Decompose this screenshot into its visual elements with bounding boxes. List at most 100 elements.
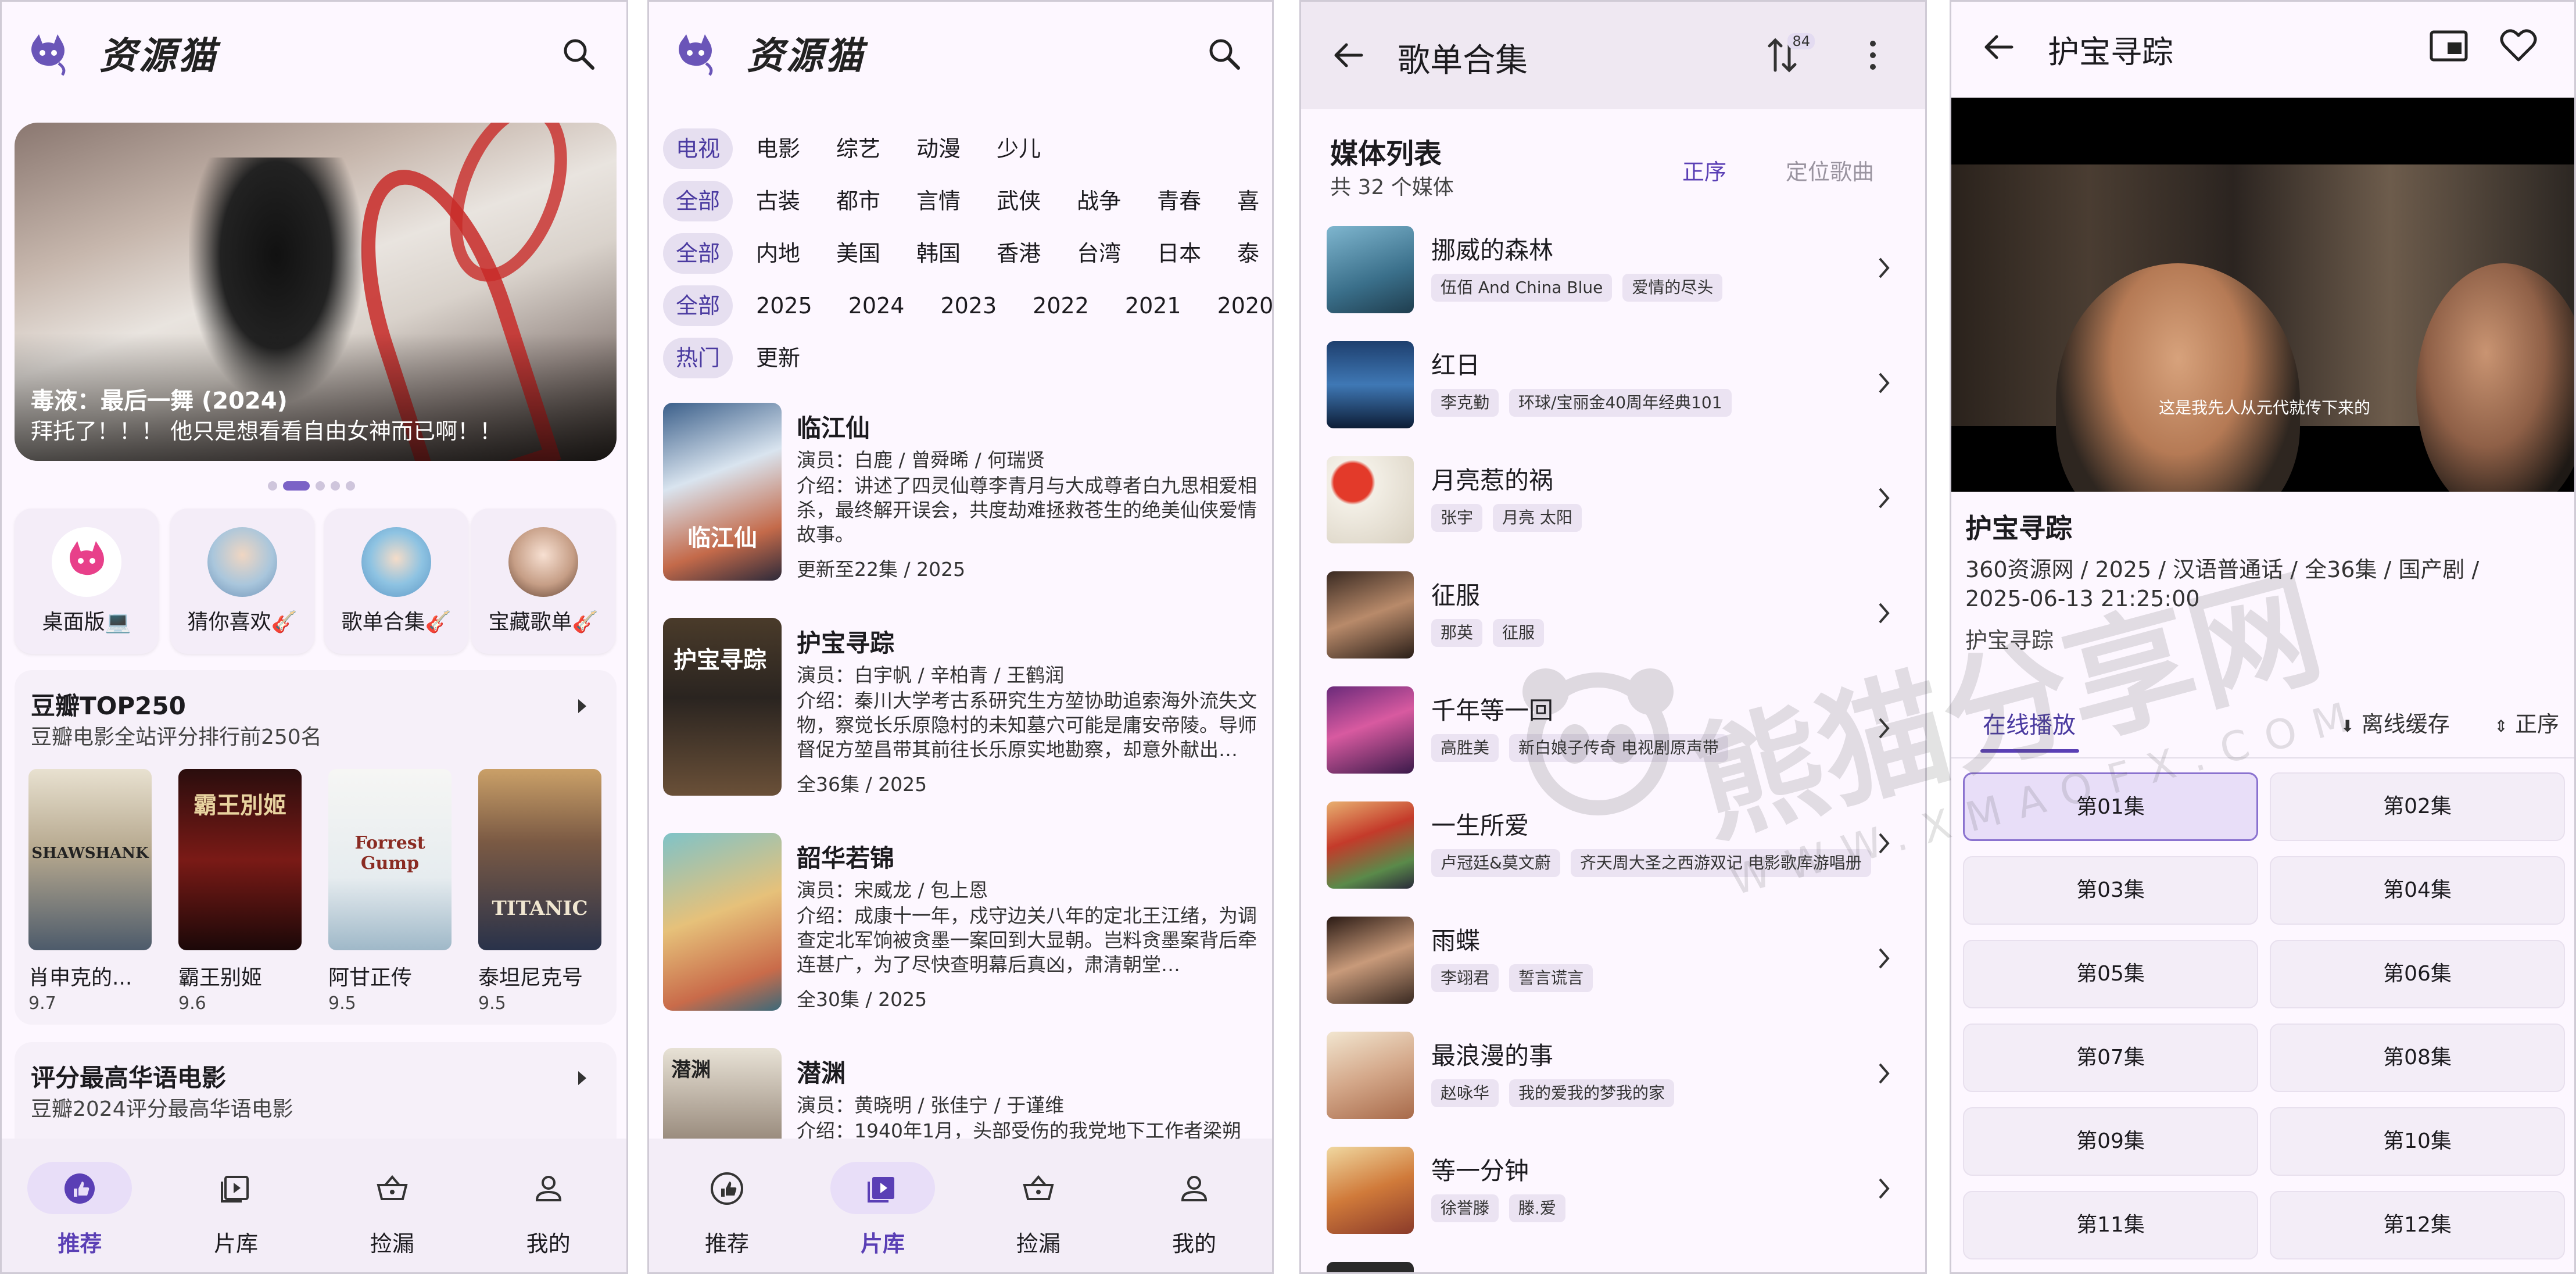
offline-cache-button[interactable]: ⬇ 离线缓存: [2341, 706, 2450, 738]
episode-button[interactable]: 第09集: [1963, 1107, 2258, 1176]
chevron-right-icon[interactable]: [1878, 602, 1890, 625]
chevron-right-icon[interactable]: [1878, 256, 1890, 280]
album-tag[interactable]: 我的爱我的梦我的家: [1509, 1079, 1675, 1107]
quick-entry-treasure[interactable]: 宝藏歌单🎸: [471, 509, 615, 654]
episode-button[interactable]: 第12集: [2270, 1191, 2565, 1259]
video-player[interactable]: 这是我先人从元代就传下来的: [1951, 98, 2574, 492]
artist-tag[interactable]: 赵咏华: [1431, 1079, 1499, 1107]
more-vert-icon[interactable]: [1861, 37, 1884, 74]
artist-tag[interactable]: 伍佰 And China Blue: [1431, 274, 1613, 302]
carousel-dot[interactable]: [331, 481, 340, 491]
list-item[interactable]: 韶华若锦 演员：宋威龙 / 包上恩 介绍：成康十一年，戍守边关八年的定北王江绪，…: [663, 833, 1267, 1013]
chevron-right-icon[interactable]: [1878, 1177, 1890, 1200]
quick-entry-desktop[interactable]: 桌面版💻: [15, 509, 159, 654]
list-item[interactable]: 千年等一回 高胜美 新白娘子传奇 电视剧原声带: [1327, 683, 1908, 776]
episode-button[interactable]: 第04集: [2270, 856, 2565, 925]
order-toggle[interactable]: ⇕ 正序: [2494, 706, 2559, 738]
filter-chip[interactable]: 2022: [1020, 285, 1102, 326]
episode-button[interactable]: 第01集: [1963, 772, 2258, 841]
filter-chip[interactable]: 喜: [1224, 181, 1272, 221]
album-tag[interactable]: 环球/宝丽金40周年经典101: [1509, 389, 1732, 417]
artist-tag[interactable]: 张宇: [1431, 504, 1483, 532]
nav-tab-library[interactable]: 片库: [805, 1139, 961, 1272]
list-item[interactable]: 雨蝶 李翊君 誓言谎言: [1327, 913, 1908, 1006]
nav-tab-library[interactable]: 片库: [158, 1139, 314, 1272]
filter-chip[interactable]: 武侠: [984, 181, 1054, 221]
locate-song-button[interactable]: 定位歌曲: [1786, 154, 1874, 186]
filter-chip[interactable]: 2023: [927, 285, 1009, 326]
filter-chip[interactable]: 更新: [743, 338, 813, 378]
filter-chip[interactable]: 韩国: [904, 233, 973, 274]
artist-tag[interactable]: 李翊君: [1431, 964, 1499, 992]
filter-chip[interactable]: 战争: [1064, 181, 1134, 221]
list-item[interactable]: 征服 那英 征服: [1327, 568, 1908, 661]
filter-chip[interactable]: 2025: [743, 285, 825, 326]
list-item[interactable]: 临江仙 临江仙 演员：白鹿 / 曾舜晞 / 何瑞贤 介绍：讲述了四灵仙尊李青月与…: [663, 403, 1267, 583]
filter-chip[interactable]: 泰: [1224, 233, 1272, 274]
quick-entry-guess[interactable]: 猜你喜欢🎸: [170, 509, 314, 654]
filter-chip[interactable]: 电视: [663, 128, 733, 169]
filter-chip[interactable]: 综艺: [823, 128, 893, 169]
filter-chip[interactable]: 2021: [1112, 285, 1194, 326]
filter-chip[interactable]: 动漫: [904, 128, 973, 169]
carousel-dot[interactable]: [316, 481, 325, 491]
artist-tag[interactable]: 高胜美: [1431, 734, 1499, 762]
movie-poster[interactable]: SHAWSHANK: [28, 769, 152, 950]
movie-poster[interactable]: TITANIC: [478, 769, 601, 950]
heart-icon[interactable]: [2498, 24, 2539, 66]
episode-button[interactable]: 第07集: [1963, 1024, 2258, 1092]
album-tag[interactable]: 征服: [1493, 619, 1545, 647]
chevron-right-icon[interactable]: [1878, 717, 1890, 740]
tab-online-play[interactable]: 在线播放: [1983, 706, 2076, 740]
chevron-right-icon[interactable]: [1878, 371, 1890, 395]
chevron-right-icon[interactable]: [1878, 486, 1890, 510]
search-icon[interactable]: [1206, 35, 1243, 73]
filter-chip[interactable]: 热门: [663, 338, 733, 378]
list-item[interactable]: 最浪漫的事 赵咏华 我的爱我的梦我的家: [1327, 1028, 1908, 1121]
filter-chip[interactable]: 少儿: [984, 128, 1054, 169]
hero-banner[interactable]: 毒液：最后一舞 (2024) 拜托了！！！ 他只是想看看自由女神而已啊！！: [15, 123, 617, 461]
order-button[interactable]: 正序: [1682, 154, 1726, 186]
list-item[interactable]: 红日 李克勤 环球/宝丽金40周年经典101: [1327, 338, 1908, 431]
quick-entry-playlist[interactable]: 歌单合集🎸: [324, 509, 468, 654]
list-item[interactable]: 挪威的森林 伍佰 And China Blue 爱情的尽头: [1327, 223, 1908, 316]
filter-chip[interactable]: 台湾: [1064, 233, 1134, 274]
filter-chip[interactable]: 2020: [1205, 285, 1272, 326]
arrow-right-icon[interactable]: [578, 699, 586, 713]
episode-button[interactable]: 第05集: [1963, 940, 2258, 1008]
carousel-dot[interactable]: [268, 481, 277, 491]
list-item[interactable]: 等一分钟 徐誉滕 滕.爱: [1327, 1143, 1908, 1236]
nav-tab-deals[interactable]: 捡漏: [314, 1139, 471, 1272]
filter-chip[interactable]: 都市: [823, 181, 893, 221]
album-tag[interactable]: 月亮 太阳: [1493, 504, 1582, 532]
search-icon[interactable]: [560, 35, 597, 73]
chevron-right-icon[interactable]: [1878, 1062, 1890, 1085]
chevron-right-icon[interactable]: [1878, 947, 1890, 970]
album-tag[interactable]: 爱情的尽头: [1622, 274, 1723, 302]
list-item[interactable]: 护宝寻踪 护宝寻踪 演员：白宇帆 / 辛柏青 / 王鹤润 介绍：秦川大学考古系研…: [663, 618, 1267, 798]
album-tag[interactable]: 滕.爱: [1509, 1194, 1565, 1222]
filter-chip[interactable]: 日本: [1144, 233, 1214, 274]
filter-chip[interactable]: 言情: [904, 181, 973, 221]
album-tag[interactable]: 齐天周大圣之西游双记 电影歌库游唱册: [1570, 849, 1871, 877]
nav-tab-mine[interactable]: 我的: [1116, 1139, 1272, 1272]
episode-button[interactable]: 第11集: [1963, 1191, 2258, 1259]
filter-chip[interactable]: 香港: [984, 233, 1054, 274]
arrow-right-icon[interactable]: [578, 1071, 586, 1085]
episode-button[interactable]: 第03集: [1963, 856, 2258, 925]
filter-chip[interactable]: 全部: [663, 285, 733, 326]
list-item[interactable]: 月亮惹的祸 张宇 月亮 太阳: [1327, 453, 1908, 546]
filter-chip[interactable]: 全部: [663, 181, 733, 221]
album-tag[interactable]: 新白娘子传奇 电视剧原声带: [1509, 734, 1728, 762]
artist-tag[interactable]: 徐誉滕: [1431, 1194, 1499, 1222]
arrow-back-icon[interactable]: [1330, 37, 1367, 74]
douban-top250-card[interactable]: 豆瓣TOP250 豆瓣电影全站评分排行前250名 SHAWSHANK 肖申克的.…: [15, 670, 617, 1025]
list-item[interactable]: 潜渊 潜渊 演员：黄晓明 / 张佳宁 / 于谨维 介绍：1940年1月，头部受伤…: [663, 1048, 1267, 1141]
movie-poster[interactable]: 霸王別姬: [178, 769, 302, 950]
carousel-dot[interactable]: [346, 481, 355, 491]
episode-button[interactable]: 第02集: [2270, 772, 2565, 841]
album-tag[interactable]: 誓言谎言: [1509, 964, 1593, 992]
episode-button[interactable]: 第06集: [2270, 940, 2565, 1008]
artist-tag[interactable]: 那英: [1431, 619, 1483, 647]
filter-chip[interactable]: 内地: [743, 233, 813, 274]
